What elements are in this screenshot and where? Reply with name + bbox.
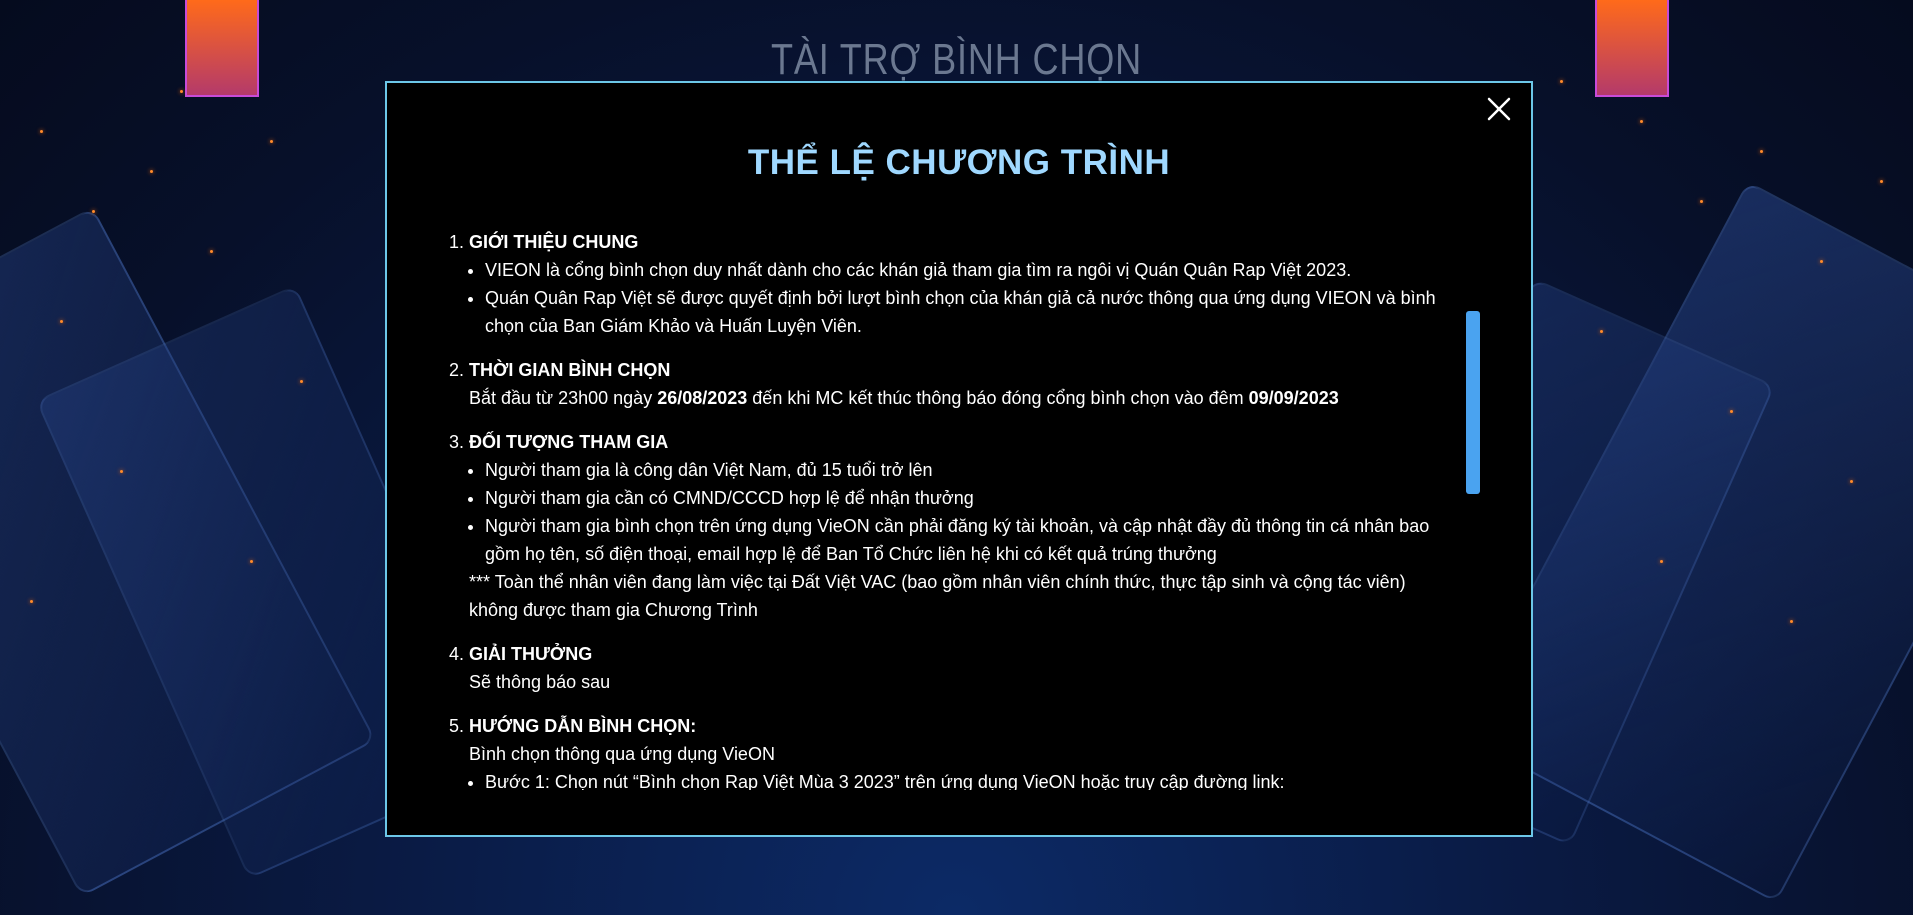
list-item: Người tham gia là công dân Việt Nam, đủ … <box>485 456 1447 484</box>
spark <box>180 90 183 93</box>
spark <box>1790 620 1793 623</box>
text-part: đến khi MC kết thúc thông báo đóng cổng … <box>747 388 1249 408</box>
modal-title: THỂ LỆ CHƯƠNG TRÌNH <box>747 143 1171 182</box>
section-voting-time: THỜI GIAN BÌNH CHỌN Bắt đầu từ 23h00 ngà… <box>469 356 1447 412</box>
spark <box>1820 260 1823 263</box>
scrollbar-thumb[interactable] <box>1466 311 1480 494</box>
section-heading: HƯỚNG DẪN BÌNH CHỌN: <box>469 716 697 736</box>
rules-content: GIỚI THIỆU CHUNG VIEON là cổng bình chọn… <box>447 228 1447 790</box>
list-item: VIEON là cổng bình chọn duy nhất dành ch… <box>485 256 1447 284</box>
spark <box>210 250 213 253</box>
section-heading: THỜI GIAN BÌNH CHỌN <box>469 360 671 380</box>
scrollbar[interactable] <box>1463 228 1481 790</box>
spark <box>1850 480 1853 483</box>
spark <box>1730 410 1733 413</box>
spark <box>1640 120 1643 123</box>
spark <box>1760 150 1763 153</box>
section-heading: ĐỐI TƯỢNG THAM GIA <box>469 432 669 452</box>
section-prizes: GIẢI THƯỞNG Sẽ thông báo sau <box>469 640 1447 696</box>
list-item: Quán Quân Rap Việt sẽ được quyết định bở… <box>485 284 1447 340</box>
rules-modal: THỂ LỆ CHƯƠNG TRÌNH GIỚI THIỆU CHUNG VIE… <box>385 81 1533 837</box>
prizes-text: Sẽ thông báo sau <box>469 672 611 692</box>
spark <box>150 170 153 173</box>
text-part: Bắt đầu từ 23h00 ngày <box>469 388 658 408</box>
spark <box>300 380 303 383</box>
bullet-list: Bước 1: Chọn nút “Bình chọn Rap Việt Mùa… <box>469 768 1447 790</box>
bullet-list: Người tham gia là công dân Việt Nam, đủ … <box>469 456 1447 568</box>
section-heading: GIỚI THIỆU CHUNG <box>469 232 639 252</box>
spark <box>30 600 33 603</box>
spark <box>1660 560 1663 563</box>
voting-guide-text: Bình chọn thông qua ứng dụng VieON <box>469 744 775 764</box>
list-item: Bước 1: Chọn nút “Bình chọn Rap Việt Mùa… <box>485 768 1447 790</box>
spark <box>60 320 63 323</box>
spark <box>1600 330 1603 333</box>
section-participants: ĐỐI TƯỢNG THAM GIA Người tham gia là côn… <box>469 428 1447 624</box>
spark <box>250 560 253 563</box>
spark <box>40 130 43 133</box>
participants-note: *** Toàn thể nhân viên đang làm việc tại… <box>469 572 1406 620</box>
background-title: TÀI TRỢ BÌNH CHỌN <box>771 35 1142 84</box>
voting-time-text: Bắt đầu từ 23h00 ngày 26/08/2023 đến khi… <box>469 384 1447 412</box>
rules-sections: GIỚI THIỆU CHUNG VIEON là cổng bình chọn… <box>447 228 1447 790</box>
rules-content-scroll-area[interactable]: GIỚI THIỆU CHUNG VIEON là cổng bình chọn… <box>447 228 1447 790</box>
spark <box>270 140 273 143</box>
spark <box>120 470 123 473</box>
section-voting-guide: HƯỚNG DẪN BÌNH CHỌN: Bình chọn thông qua… <box>469 712 1447 790</box>
section-heading: GIẢI THƯỞNG <box>469 644 593 664</box>
list-item: Người tham gia bình chọn trên ứng dụng V… <box>485 512 1447 568</box>
spark <box>1880 180 1883 183</box>
spark <box>92 210 95 213</box>
end-date: 09/09/2023 <box>1248 388 1339 408</box>
spark <box>1700 200 1703 203</box>
close-icon[interactable] <box>1486 96 1512 122</box>
list-item: Người tham gia cần có CMND/CCCD hợp lệ đ… <box>485 484 1447 512</box>
section-introduction: GIỚI THIỆU CHUNG VIEON là cổng bình chọn… <box>469 228 1447 340</box>
close-button[interactable] <box>1479 89 1519 129</box>
start-date: 26/08/2023 <box>657 388 748 408</box>
bullet-list: VIEON là cổng bình chọn duy nhất dành ch… <box>469 256 1447 340</box>
